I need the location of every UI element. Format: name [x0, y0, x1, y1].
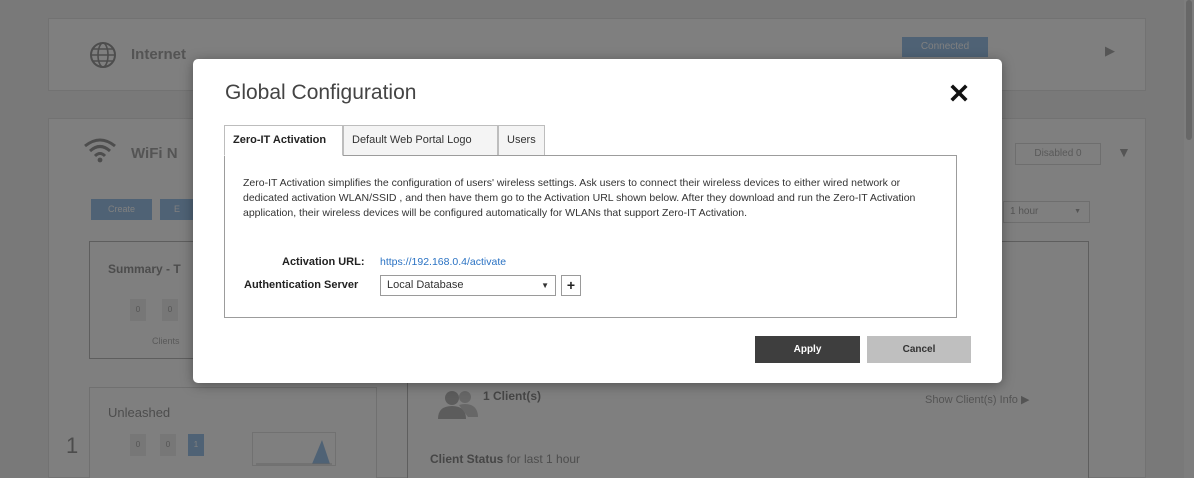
- auth-server-value: Local Database: [387, 279, 464, 291]
- activation-url-link[interactable]: https://192.168.0.4/activate: [380, 256, 506, 268]
- tab-content-panel: Zero-IT Activation simplifies the config…: [224, 155, 957, 318]
- apply-button[interactable]: Apply: [755, 336, 860, 363]
- zero-it-description: Zero-IT Activation simplifies the config…: [243, 177, 916, 219]
- activation-url-label: Activation URL:: [282, 256, 365, 268]
- auth-server-label: Authentication Server: [244, 279, 359, 291]
- tab-users[interactable]: Users: [498, 125, 545, 156]
- close-icon[interactable]: [947, 81, 971, 105]
- tab-default-web-portal-logo[interactable]: Default Web Portal Logo: [343, 125, 498, 156]
- cancel-button[interactable]: Cancel: [867, 336, 971, 363]
- auth-server-select[interactable]: Local Database ▼: [380, 275, 556, 296]
- chevron-down-icon: ▼: [541, 281, 549, 290]
- add-auth-server-button[interactable]: +: [561, 275, 581, 296]
- tab-zero-it-activation[interactable]: Zero-IT Activation: [224, 125, 343, 156]
- global-configuration-dialog: Global Configuration Zero-IT Activation …: [193, 59, 1002, 383]
- dialog-title: Global Configuration: [225, 81, 417, 104]
